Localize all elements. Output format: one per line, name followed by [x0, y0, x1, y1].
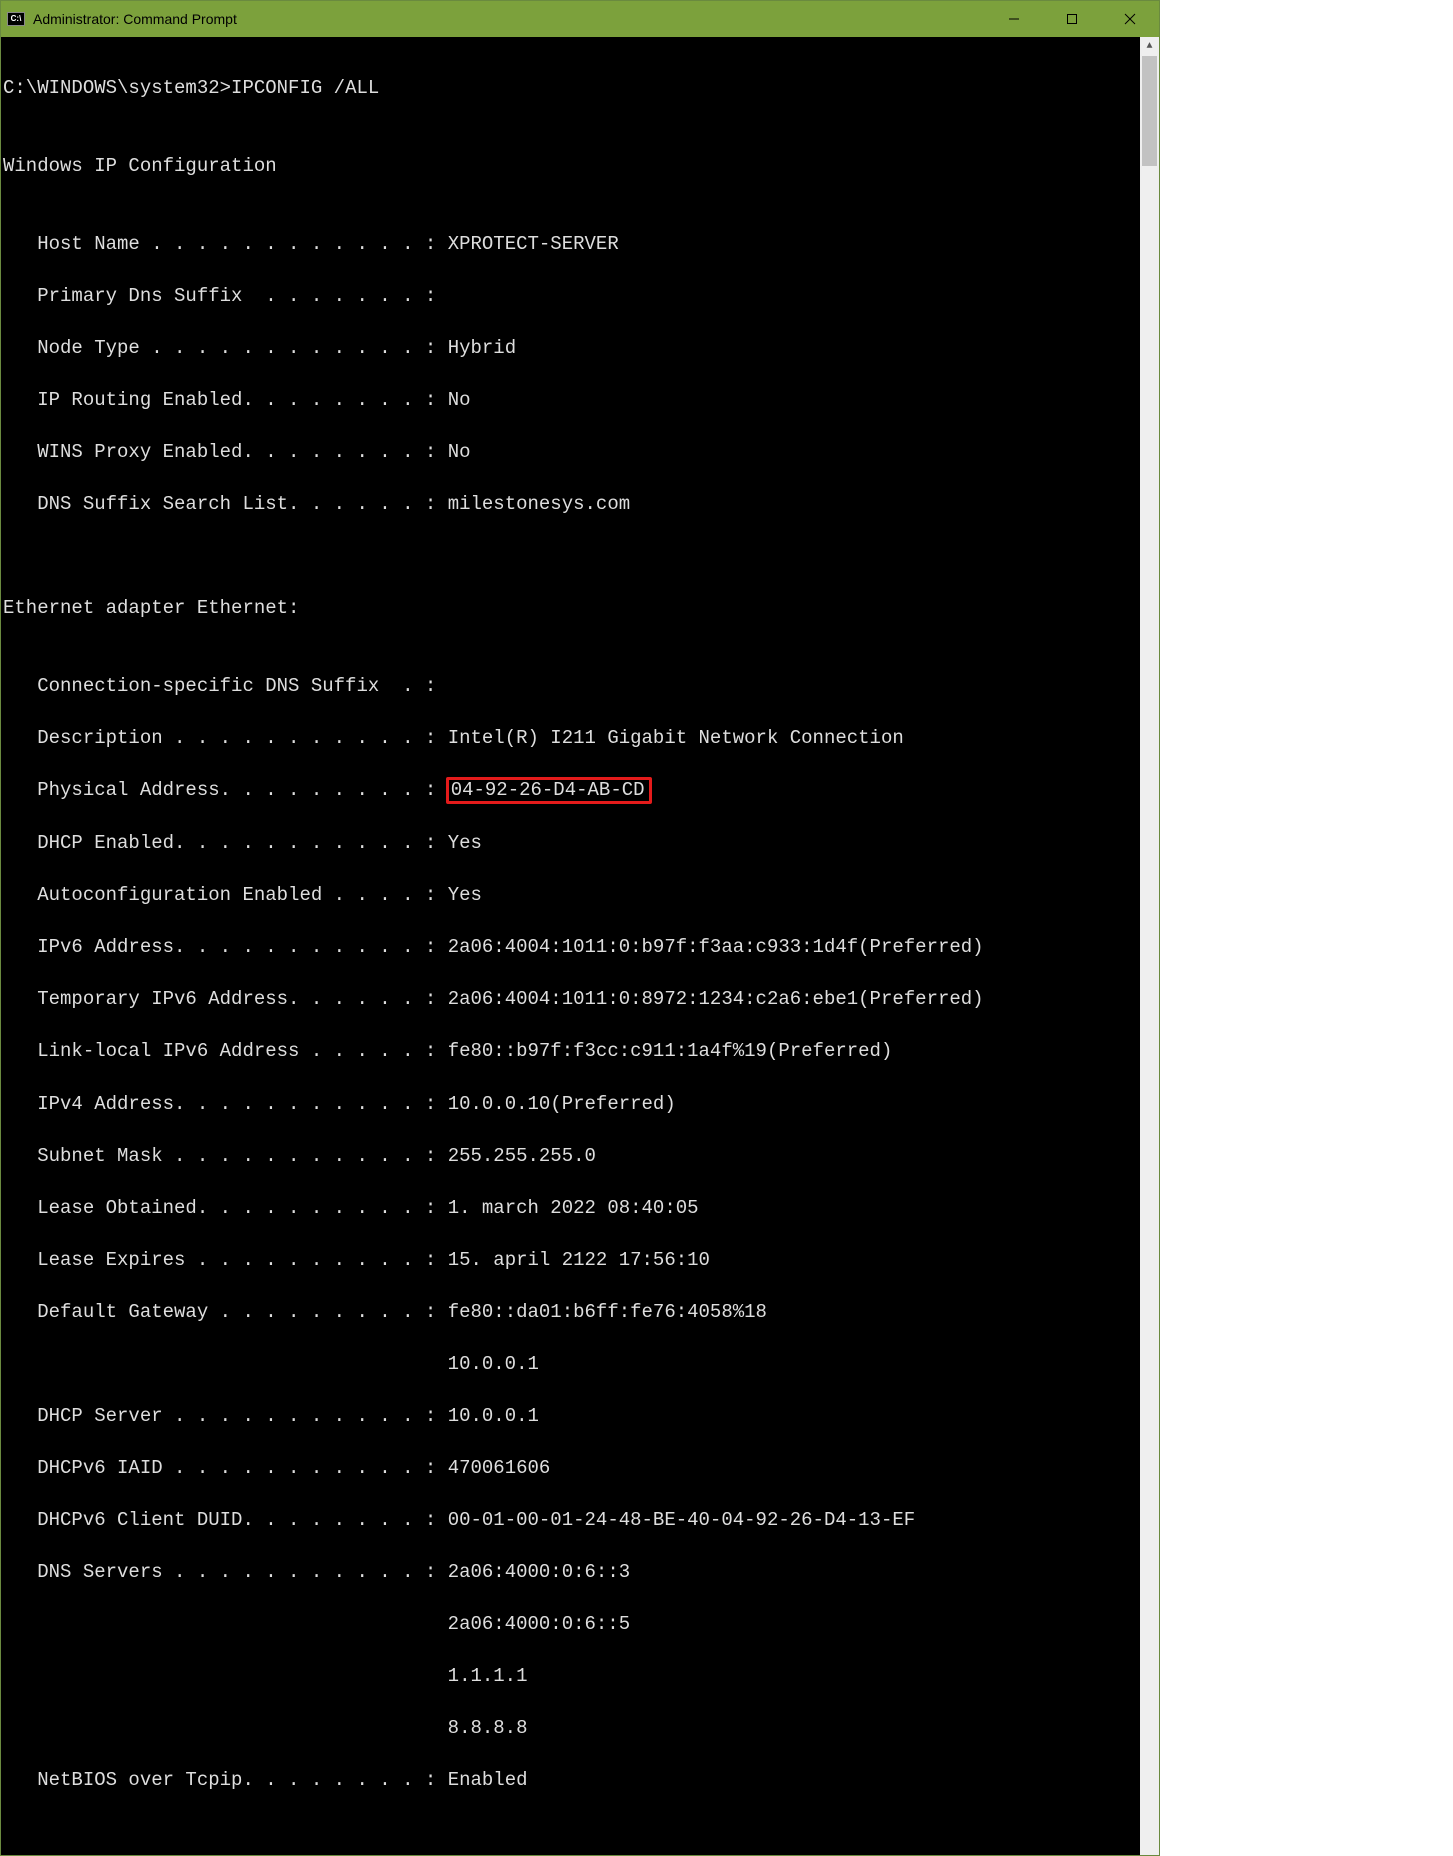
dns-server-3: 1.1.1.1	[1, 1663, 1140, 1689]
dns-server-1: 2a06:4000:0:6::3	[448, 1561, 630, 1583]
ip-routing-value: No	[448, 389, 471, 411]
scroll-up-arrow[interactable]: ▲	[1140, 37, 1159, 56]
dhcp-server-value: 10.0.0.1	[448, 1405, 539, 1427]
cmd-icon: C:\	[7, 12, 25, 26]
wins-proxy-value: No	[448, 441, 471, 463]
dhcpv6-iaid-value: 470061606	[448, 1457, 551, 1479]
netbios-value: Enabled	[448, 1769, 528, 1791]
window-title: Administrator: Command Prompt	[33, 11, 237, 27]
dns-server-4: 8.8.8.8	[1, 1715, 1140, 1741]
minimize-button[interactable]	[985, 1, 1043, 37]
physical-address-highlight: 04-92-26-D4-AB-CD	[446, 777, 652, 804]
subnet-value: 255.255.255.0	[448, 1145, 596, 1167]
dhcpv6-duid-value: 00-01-00-01-24-48-BE-40-04-92-26-D4-13-E…	[448, 1509, 915, 1531]
close-button[interactable]	[1101, 1, 1159, 37]
terminal-output[interactable]: C:\WINDOWS\system32>IPCONFIG /ALL Window…	[1, 37, 1140, 1855]
gateway-value-1: fe80::da01:b6ff:fe76:4058%18	[448, 1301, 767, 1323]
titlebar[interactable]: C:\ Administrator: Command Prompt	[1, 1, 1159, 37]
section-header: Ethernet adapter Ethernet:	[1, 595, 1140, 621]
ipv6-address-value: 2a06:4004:1011:0:b97f:f3aa:c933:1d4f(Pre…	[448, 936, 984, 958]
description-value: Intel(R) I211 Gigabit Network Connection	[448, 727, 904, 749]
command-text: IPCONFIG /ALL	[231, 77, 379, 99]
scroll-thumb[interactable]	[1142, 56, 1157, 166]
temp-ipv6-value: 2a06:4004:1011:0:8972:1234:c2a6:ebe1(Pre…	[448, 988, 984, 1010]
node-type-value: Hybrid	[448, 337, 516, 359]
gateway-value-2: 10.0.0.1	[1, 1351, 1140, 1377]
prompt: C:\WINDOWS\system32>	[3, 77, 231, 99]
autoconf-value: Yes	[448, 884, 482, 906]
dns-suffix-list-value: milestonesys.com	[448, 493, 630, 515]
lease-expires-value: 15. april 2122 17:56:10	[448, 1249, 710, 1271]
lease-obtained-value: 1. march 2022 08:40:05	[448, 1197, 699, 1219]
command-prompt-window: C:\ Administrator: Command Prompt C:\WIN…	[0, 0, 1160, 1856]
dhcp-enabled-value: Yes	[448, 832, 482, 854]
link-local-value: fe80::b97f:f3cc:c911:1a4f%19(Preferred)	[448, 1040, 893, 1062]
physical-address-value: 04-92-26-D4-AB-CD	[451, 779, 645, 801]
host-name-value: XPROTECT-SERVER	[448, 233, 619, 255]
dns-server-2: 2a06:4000:0:6::5	[1, 1611, 1140, 1637]
ipv4-address-value: 10.0.0.10(Preferred)	[448, 1093, 676, 1115]
vertical-scrollbar[interactable]: ▲	[1140, 37, 1159, 1855]
maximize-button[interactable]	[1043, 1, 1101, 37]
section-header: Windows IP Configuration	[1, 153, 1140, 179]
